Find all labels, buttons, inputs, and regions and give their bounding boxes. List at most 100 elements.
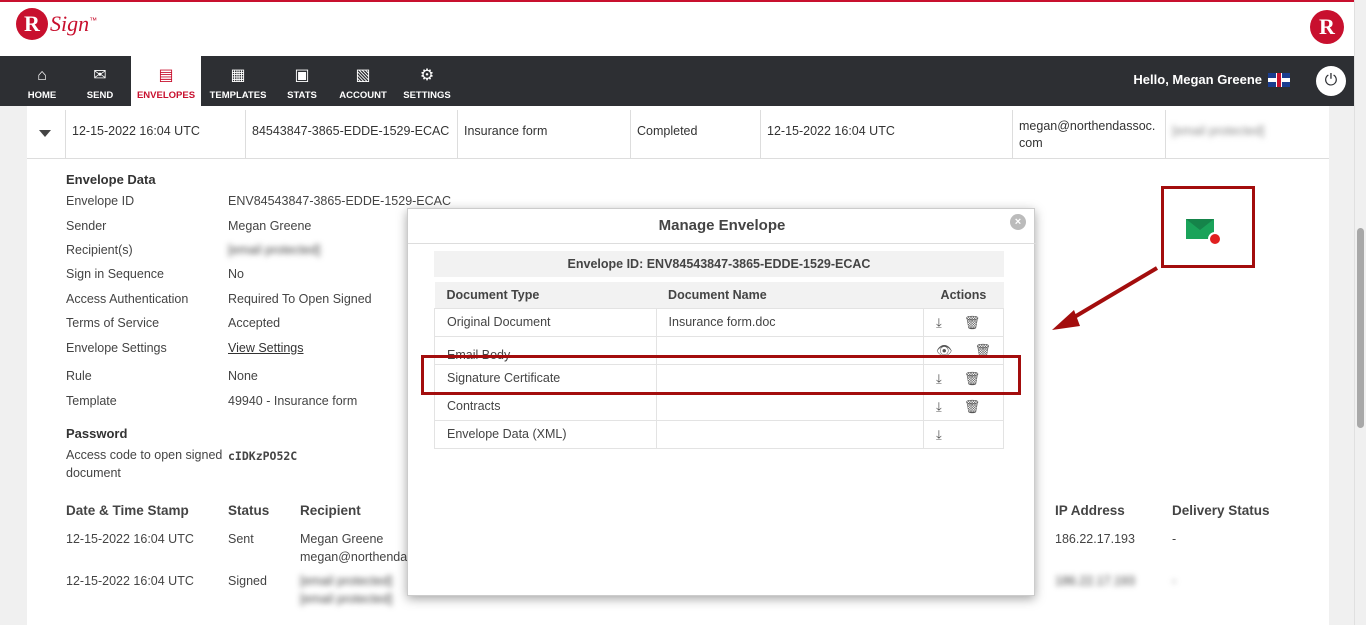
value-rule: None — [228, 369, 258, 383]
trash-icon[interactable]: 🗑 — [964, 316, 981, 329]
label-sign-in-sequence: Sign in Sequence — [66, 267, 164, 281]
logo-text: Sign — [50, 11, 90, 36]
col-document-type: Document Type — [434, 282, 657, 308]
label-envelope-settings: Envelope Settings — [66, 341, 167, 355]
nav-home[interactable]: ⌂ HOME — [18, 56, 66, 106]
nav-templates-label: TEMPLATES — [209, 90, 267, 101]
col-actions: Actions — [923, 282, 1004, 308]
sent-date-cell: 12-15-2022 16:04 UTC — [66, 110, 246, 159]
history-row2-delivery: - — [1172, 574, 1177, 588]
mail-gear-badge-icon — [1208, 232, 1222, 246]
label-recipients: Recipient(s) — [66, 243, 133, 257]
history-header-date: Date & Time Stamp — [66, 503, 189, 518]
value-access-authentication: Required To Open Signed — [228, 292, 372, 306]
history-header-ip: IP Address — [1055, 503, 1125, 518]
history-row1-date: 12-15-2022 16:04 UTC — [66, 532, 194, 546]
password-label: Access code to open signed — [66, 448, 223, 462]
history-header-status: Status — [228, 503, 270, 518]
envelope-code-cell: 84543847-3865-EDDE-1529-ECAC — [246, 110, 458, 159]
sender-email-line2: com — [1019, 135, 1043, 150]
main-navbar: ⌂ HOME ✉ SEND ▤ ENVELOPES ▦ TEMPLATES ▣ … — [0, 56, 1354, 106]
close-icon[interactable]: × — [1010, 214, 1026, 230]
nav-send-label: SEND — [86, 90, 114, 101]
doc-name — [655, 419, 924, 449]
modal-divider — [408, 243, 1036, 244]
password-title: Password — [66, 426, 128, 441]
caret-down-icon — [39, 130, 51, 137]
modal-title: Manage Envelope — [658, 217, 786, 234]
doc-name: Insurance form.doc — [655, 307, 924, 337]
table-row: Envelope Data (XML) ⤓ — [434, 419, 1005, 449]
subject-cell: Insurance form — [458, 110, 631, 159]
history-row2-recipient-email: [email protected] — [300, 592, 393, 606]
sender-email-line1: megan@northendassoc. — [1019, 119, 1156, 133]
value-sign-in-sequence: No — [228, 267, 244, 281]
nav-account[interactable]: ▧ ACCOUNT — [336, 56, 390, 106]
envelope-data-title: Envelope Data — [66, 172, 156, 187]
history-row2-date: 12-15-2022 16:04 UTC — [66, 574, 194, 588]
gear-icon: ⚙ — [419, 67, 435, 84]
recipient-email-cell: [email protected] — [1172, 124, 1265, 138]
value-envelope-id: ENV84543847-3865-EDDE-1529-ECAC — [228, 194, 452, 208]
history-row2-status: Signed — [228, 574, 267, 588]
expand-toggle[interactable] — [27, 110, 66, 159]
nav-home-label: HOME — [27, 90, 57, 101]
history-header-recipient: Recipient — [300, 503, 361, 518]
uk-flag-icon[interactable] — [1268, 72, 1290, 87]
history-row1-recipient-name: Megan Greene — [300, 532, 384, 546]
history-row1-ip: 186.22.17.193 — [1055, 532, 1135, 546]
nav-settings-label: SETTINGS — [403, 90, 451, 101]
nav-envelopes-label: ENVELOPES — [136, 90, 196, 101]
envelope-icon: ✉ — [93, 67, 107, 84]
table-row: Original Document Insurance form.doc ⤓ 🗑 — [434, 307, 1005, 337]
nav-send[interactable]: ✉ SEND — [76, 56, 124, 106]
sender-email-cell: megan@northendassoc. com — [1013, 110, 1166, 159]
history-header-delivery: Delivery Status — [1172, 503, 1270, 518]
label-envelope-id: Envelope ID — [66, 194, 135, 208]
history-row1-status: Sent — [228, 532, 254, 546]
label-sender: Sender — [66, 219, 107, 233]
value-template: 49940 - Insurance form — [228, 394, 358, 408]
annotation-arrow — [1052, 266, 1159, 330]
briefcase-icon: ▣ — [294, 67, 310, 84]
logo-tm: ™ — [89, 15, 98, 25]
page-scrollbar[interactable] — [1354, 0, 1366, 625]
view-settings-link[interactable]: View Settings — [228, 341, 304, 355]
trash-icon[interactable]: 🗑 — [964, 400, 981, 413]
table-row: Contracts ⤓ 🗑 — [434, 391, 1005, 421]
logo-mark: R — [16, 8, 48, 40]
doc-type: Contracts — [434, 391, 657, 421]
doc-name — [655, 391, 924, 421]
nav-stats[interactable]: ▣ STATS — [280, 56, 324, 106]
value-terms-of-service: Accepted — [228, 316, 281, 330]
history-row1-delivery: - — [1172, 532, 1177, 546]
value-recipients: [email protected] — [228, 243, 321, 257]
user-greeting: Hello, Megan Greene — [1133, 72, 1290, 87]
templates-icon: ▦ — [230, 67, 246, 84]
inbox-icon: ▤ — [158, 67, 174, 84]
label-rule: Rule — [66, 369, 92, 383]
nav-envelopes[interactable]: ▤ ENVELOPES — [131, 56, 201, 106]
doc-type: Envelope Data (XML) — [434, 419, 657, 449]
scrollbar-thumb[interactable] — [1357, 228, 1364, 428]
completed-date-cell: 12-15-2022 16:04 UTC — [761, 110, 1013, 159]
history-row2-recipient-name: [email protected] — [300, 574, 393, 588]
nav-account-label: ACCOUNT — [339, 90, 387, 101]
account-icon: ▧ — [355, 67, 371, 84]
history-row2-ip: 186.22.17.193 — [1055, 574, 1135, 588]
annotation-highlight-signature-certificate — [421, 355, 1021, 395]
download-icon[interactable]: ⤓ — [936, 428, 942, 441]
download-icon[interactable]: ⤓ — [936, 400, 942, 413]
label-terms-of-service: Terms of Service — [66, 316, 160, 330]
nav-settings[interactable]: ⚙ SETTINGS — [400, 56, 454, 106]
doc-type: Original Document — [434, 307, 657, 337]
rsign-logo[interactable]: R Sign ™ — [16, 8, 97, 40]
brand-logo-right: R — [1310, 10, 1344, 44]
manage-envelope-modal: Manage Envelope × Envelope ID: ENV845438… — [407, 208, 1036, 596]
envelope-summary-row[interactable]: 12-15-2022 16:04 UTC 84543847-3865-EDDE-… — [27, 110, 1329, 159]
download-icon[interactable]: ⤓ — [936, 316, 942, 329]
label-access-authentication: Access Authentication — [66, 292, 189, 306]
logout-power-icon[interactable]: ⏻ — [1316, 66, 1346, 96]
nav-templates[interactable]: ▦ TEMPLATES — [206, 56, 270, 106]
password-label-line2: document — [66, 466, 121, 480]
